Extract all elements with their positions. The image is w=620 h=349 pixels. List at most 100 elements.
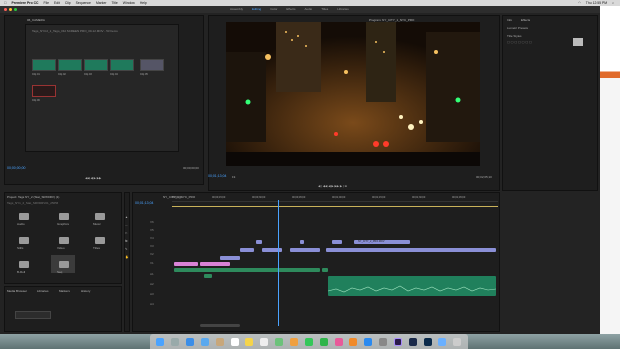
mail-icon[interactable]: [200, 337, 209, 346]
timeline-clip[interactable]: [290, 248, 320, 252]
track-v6[interactable]: V6: [150, 220, 154, 224]
finder-icon[interactable]: [156, 337, 165, 346]
folder-icon-3[interactable]: [95, 213, 105, 220]
timeline-clip[interactable]: [200, 262, 230, 266]
workspace-editing[interactable]: Editing: [252, 7, 261, 11]
trash-icon[interactable]: [453, 337, 462, 346]
clip-thumb-3[interactable]: [84, 59, 108, 71]
effects-swatch[interactable]: [573, 38, 583, 46]
timeline-clip[interactable]: [174, 262, 198, 266]
workspace-audio[interactable]: Audio: [305, 7, 313, 11]
audio-clip[interactable]: [327, 276, 497, 296]
program-fit-dropdown[interactable]: Fit: [232, 175, 235, 179]
timeline-work-area-bar[interactable]: [172, 206, 498, 207]
track-v2[interactable]: V2: [150, 252, 154, 256]
folder-icon-1[interactable]: [19, 213, 29, 220]
tab-history[interactable]: History: [81, 289, 90, 293]
playhead[interactable]: [278, 200, 279, 326]
timeline-clip[interactable]: [240, 248, 254, 252]
workspace-titles[interactable]: Titles: [321, 7, 328, 11]
source-timecode-left[interactable]: 00;00;00;00: [7, 166, 26, 170]
source-transport-controls[interactable]: ◀◀ ◀ ▶ ▶▶: [85, 176, 101, 180]
timeline-clip[interactable]: [204, 274, 212, 278]
clip-thumb-4[interactable]: [110, 59, 134, 71]
timeline-clip[interactable]: [326, 248, 496, 252]
photos-icon[interactable]: [290, 337, 299, 346]
messages-icon[interactable]: [304, 337, 313, 346]
system-preferences-icon[interactable]: [379, 337, 388, 346]
menubar-clock[interactable]: Thu 12:55 PM: [586, 1, 607, 5]
track-v4[interactable]: V4: [150, 236, 154, 240]
menu-help[interactable]: Help: [140, 1, 147, 5]
menu-clip[interactable]: Clip: [65, 1, 71, 5]
premiere-pro-icon[interactable]: [393, 337, 402, 346]
tab-libraries[interactable]: Libraries: [37, 289, 49, 293]
media-browser-dropdown[interactable]: [15, 311, 51, 319]
calendar-icon[interactable]: [230, 337, 239, 346]
spotlight-icon[interactable]: ⌕: [612, 1, 614, 5]
tab-markers[interactable]: Markers: [59, 289, 70, 293]
track-a3[interactable]: A3: [150, 292, 154, 296]
tab-media-browser[interactable]: Media Browser: [7, 289, 27, 293]
contacts-icon[interactable]: [215, 337, 224, 346]
folder-icon-4[interactable]: [19, 237, 29, 244]
effects-tab-effects[interactable]: Effects: [521, 18, 530, 22]
source-panel-tab[interactable]: 06_CAMERA: [27, 18, 45, 22]
media-encoder-icon[interactable]: [408, 337, 417, 346]
downloads-icon[interactable]: [438, 337, 447, 346]
timeline-clip[interactable]: [220, 256, 240, 260]
folder-icon-6[interactable]: [95, 237, 105, 244]
timeline-ruler[interactable]: 00;00;00 00;00;15;00 00;00;30;00 00;00;4…: [172, 196, 498, 202]
timeline-clip[interactable]: [262, 248, 282, 252]
program-timecode-left[interactable]: 00;01;13;04: [208, 174, 227, 178]
workspace-color[interactable]: Color: [270, 7, 277, 11]
app-store-icon[interactable]: [364, 337, 373, 346]
program-transport-controls[interactable]: ◀ | ◀◀ ◀ ▶ ▶▶ ▶ | ⊞: [318, 184, 347, 188]
folder-icon-5[interactable]: [59, 237, 69, 244]
menu-window[interactable]: Window: [123, 1, 135, 5]
apple-icon[interactable]: : [4, 1, 7, 5]
close-window-icon[interactable]: [4, 8, 7, 11]
effects-grid-icons[interactable]: ▢ ▢ ▢ ▢ ▢ ▢ ▢: [507, 40, 532, 44]
track-v3[interactable]: V3: [150, 244, 154, 248]
clip-thumb-5[interactable]: [140, 59, 164, 71]
track-v5[interactable]: V5: [150, 228, 154, 232]
effects-tab-info[interactable]: Info: [507, 18, 512, 22]
tool-icons[interactable]: ▲ ⇔ ✂ ⇆ ✎ ✋: [125, 213, 129, 261]
timeline-clip[interactable]: [332, 240, 342, 244]
menu-marker[interactable]: Marker: [96, 1, 107, 5]
track-a2[interactable]: A2: [150, 282, 154, 286]
ibooks-icon[interactable]: [349, 337, 358, 346]
zoom-window-icon[interactable]: [14, 8, 17, 11]
safari-icon[interactable]: [186, 337, 195, 346]
notes-icon[interactable]: [245, 337, 254, 346]
timeline-clip[interactable]: [300, 240, 304, 244]
itunes-icon[interactable]: [334, 337, 343, 346]
timeline-timecode[interactable]: 00;01;13;04: [135, 201, 154, 205]
timeline-clip[interactable]: [256, 240, 262, 244]
timeline-clip[interactable]: [174, 268, 320, 272]
project-panel-tab[interactable]: Project: Tags NY_2 (Stat_SRXDRV) (1): [7, 195, 59, 199]
menu-title[interactable]: Title: [112, 1, 118, 5]
timeline-clip[interactable]: [322, 268, 328, 272]
workspace-assembly[interactable]: Assembly: [230, 7, 243, 11]
folder-icon-8[interactable]: [59, 261, 69, 268]
clip-thumb-6[interactable]: [32, 85, 56, 97]
folder-icon-7[interactable]: [19, 261, 29, 268]
menu-sequence[interactable]: Sequence: [76, 1, 91, 5]
wifi-icon[interactable]: ◠: [578, 1, 581, 5]
facetime-icon[interactable]: [319, 337, 328, 346]
launchpad-icon[interactable]: [171, 337, 180, 346]
reminders-icon[interactable]: [260, 337, 269, 346]
menu-file[interactable]: File: [44, 1, 49, 5]
maps-icon[interactable]: [275, 337, 284, 346]
track-a1[interactable]: A1: [150, 272, 154, 276]
menu-edit[interactable]: Edit: [54, 1, 60, 5]
folder-icon-2[interactable]: [59, 213, 69, 220]
minimize-window-icon[interactable]: [9, 8, 12, 11]
scroll-bar[interactable]: [200, 324, 240, 327]
clip-thumb-2[interactable]: [58, 59, 82, 71]
track-v1[interactable]: V1: [150, 261, 154, 265]
clip-thumb-1[interactable]: [32, 59, 56, 71]
menu-app-name[interactable]: Premiere Pro CC: [12, 1, 39, 5]
